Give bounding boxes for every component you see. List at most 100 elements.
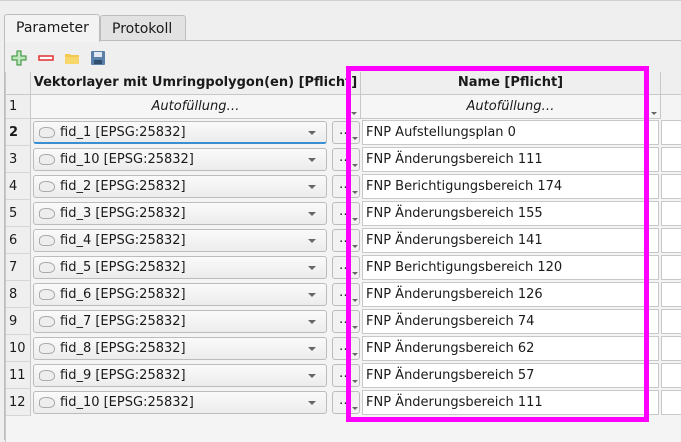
layer-combobox[interactable]: fid_10 [EPSG:25832]: [33, 148, 327, 171]
chevron-down-icon: [308, 158, 316, 162]
layer-combobox[interactable]: fid_8 [EPSG:25832]: [33, 337, 327, 360]
extra-cell[interactable]: [661, 309, 681, 334]
dropdown-arrow-icon: [352, 137, 358, 140]
table-row: 8 fid_6 [EPSG:25832] … FNP Änderungsbere…: [6, 281, 681, 308]
table-row: 4 fid_2 [EPSG:25832] … FNP Berichtigungs…: [6, 173, 681, 200]
dropdown-arrow-icon: [651, 112, 657, 115]
column-header-name[interactable]: Name [Pflicht]: [361, 72, 661, 95]
open-folder-icon[interactable]: [64, 50, 80, 66]
layer-combobox[interactable]: fid_2 [EPSG:25832]: [33, 175, 327, 198]
column-header-extra[interactable]: [661, 72, 681, 95]
column-header-layer[interactable]: Vektorlayer mit Umringpolygon(en) [Pflic…: [31, 72, 361, 95]
autofill-label: Autofüllung…: [151, 99, 240, 114]
chevron-down-icon: [308, 212, 316, 216]
row-number[interactable]: 11: [6, 362, 31, 389]
name-input[interactable]: FNP Änderungsbereich 57: [362, 363, 659, 388]
name-input[interactable]: FNP Änderungsbereich 62: [362, 336, 659, 361]
tab-parameter[interactable]: Parameter: [4, 14, 100, 42]
row-number[interactable]: 3: [6, 146, 31, 173]
autofill-layer[interactable]: Autofüllung…: [31, 95, 361, 119]
ellipsis-button[interactable]: …: [332, 337, 360, 360]
extra-cell[interactable]: [661, 174, 681, 199]
name-input[interactable]: FNP Berichtigungsbereich 120: [362, 255, 659, 280]
ellipsis-button[interactable]: …: [332, 121, 360, 144]
row-number[interactable]: 9: [6, 308, 31, 335]
row-number[interactable]: 8: [6, 281, 31, 308]
row-number[interactable]: 7: [6, 254, 31, 281]
name-input[interactable]: FNP Aufstellungsplan 0: [362, 120, 659, 145]
row-number[interactable]: 6: [6, 227, 31, 254]
row-number[interactable]: 12: [6, 389, 31, 416]
table-row: 6 fid_4 [EPSG:25832] … FNP Änderungsbere…: [6, 227, 681, 254]
ellipsis-label: …: [339, 258, 352, 273]
extra-cell[interactable]: [661, 147, 681, 172]
ellipsis-button[interactable]: …: [332, 391, 360, 414]
row-number[interactable]: 4: [6, 173, 31, 200]
layer-value: fid_8 [EPSG:25832]: [60, 341, 186, 356]
remove-icon[interactable]: [38, 50, 54, 66]
dropdown-arrow-icon: [352, 245, 358, 248]
name-input[interactable]: FNP Berichtigungsbereich 174: [362, 174, 659, 199]
dropdown-arrow-icon: [352, 326, 358, 329]
ellipsis-button[interactable]: …: [332, 256, 360, 279]
ellipsis-button[interactable]: …: [332, 310, 360, 333]
extra-cell[interactable]: [661, 282, 681, 307]
add-icon[interactable]: [11, 50, 27, 66]
polygon-layer-icon: [39, 289, 55, 300]
table-row: 5 fid_3 [EPSG:25832] … FNP Änderungsbere…: [6, 200, 681, 227]
extra-cell[interactable]: [661, 363, 681, 388]
row-number[interactable]: 5: [6, 200, 31, 227]
chevron-down-icon: [308, 401, 316, 405]
polygon-layer-icon: [39, 262, 55, 273]
extra-cell[interactable]: [661, 120, 681, 145]
name-input[interactable]: FNP Änderungsbereich 111: [362, 147, 659, 172]
ellipsis-button[interactable]: …: [332, 175, 360, 198]
layer-combobox[interactable]: fid_7 [EPSG:25832]: [33, 310, 327, 333]
ellipsis-button[interactable]: …: [332, 364, 360, 387]
layer-combobox[interactable]: fid_5 [EPSG:25832]: [33, 256, 327, 279]
extra-cell[interactable]: [661, 255, 681, 280]
extra-cell[interactable]: [661, 201, 681, 226]
row-number[interactable]: 2: [6, 119, 31, 146]
layer-value: fid_9 [EPSG:25832]: [60, 368, 186, 383]
ellipsis-label: …: [339, 285, 352, 300]
name-input[interactable]: FNP Änderungsbereich 126: [362, 282, 659, 307]
layer-combobox[interactable]: fid_3 [EPSG:25832]: [33, 202, 327, 225]
ellipsis-label: …: [339, 204, 352, 219]
layer-combobox[interactable]: fid_1 [EPSG:25832]: [33, 121, 327, 144]
row-number[interactable]: 10: [6, 335, 31, 362]
polygon-layer-icon: [39, 127, 55, 138]
name-input[interactable]: FNP Änderungsbereich 111: [362, 390, 659, 415]
extra-cell[interactable]: [661, 228, 681, 253]
ellipsis-button[interactable]: …: [332, 202, 360, 225]
name-input[interactable]: FNP Änderungsbereich 141: [362, 228, 659, 253]
ellipsis-button[interactable]: …: [332, 229, 360, 252]
layer-combobox[interactable]: fid_4 [EPSG:25832]: [33, 229, 327, 252]
row-number[interactable]: 1: [6, 95, 31, 119]
name-input[interactable]: FNP Änderungsbereich 74: [362, 309, 659, 334]
ellipsis-button[interactable]: …: [332, 283, 360, 306]
tab-protokoll[interactable]: Protokoll: [100, 15, 186, 42]
layer-combobox[interactable]: fid_9 [EPSG:25832]: [33, 364, 327, 387]
name-input[interactable]: FNP Änderungsbereich 155: [362, 201, 659, 226]
dropdown-arrow-icon: [352, 164, 358, 167]
ellipsis-label: …: [339, 150, 352, 165]
extra-cell[interactable]: [661, 390, 681, 415]
layer-value: fid_6 [EPSG:25832]: [60, 287, 186, 302]
table-row: 2 fid_1 [EPSG:25832] … FNP Aufstellungsp…: [6, 119, 681, 146]
ellipsis-button[interactable]: …: [332, 148, 360, 171]
layer-value: fid_1 [EPSG:25832]: [60, 125, 186, 140]
autofill-name[interactable]: Autofüllung…: [361, 95, 661, 119]
dropdown-arrow-icon: [352, 299, 358, 302]
layer-value: fid_10 [EPSG:25832]: [60, 152, 194, 167]
polygon-layer-icon: [39, 397, 55, 408]
ellipsis-label: …: [339, 393, 352, 408]
layer-combobox[interactable]: fid_10 [EPSG:25832]: [33, 391, 327, 414]
layer-combobox[interactable]: fid_6 [EPSG:25832]: [33, 283, 327, 306]
polygon-layer-icon: [39, 343, 55, 354]
dropdown-arrow-icon: [352, 191, 358, 194]
save-icon[interactable]: [90, 50, 106, 66]
extra-cell[interactable]: [661, 336, 681, 361]
table-row: 10 fid_8 [EPSG:25832] … FNP Änderungsber…: [6, 335, 681, 362]
top-border: [0, 0, 681, 1]
